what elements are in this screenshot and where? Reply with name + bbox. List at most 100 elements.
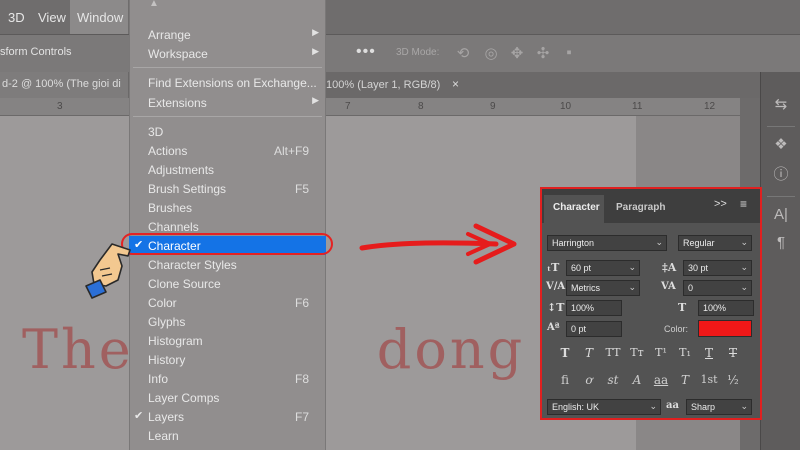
info-icon[interactable]: ⓘ [769,164,793,186]
tracking-select[interactable]: 0 ⌄ [683,280,752,296]
panel-menu-icon[interactable]: ≡ [740,197,747,211]
chevron-down-icon: ⌄ [649,401,657,411]
menu-item-layers[interactable]: ✔ Layers F7 [129,407,326,426]
horizontal-scale-icon: T [678,301,687,314]
menu-item-label: Brushes [148,201,193,215]
menu-item-clone-source[interactable]: Clone Source [129,274,326,293]
menu-view[interactable]: View [38,10,66,25]
ordinals-button[interactable]: 1st [698,373,720,389]
window-menu-items: Arrange ▶ Workspace ▶ Find Extensions on E… [129,0,326,450]
kerning-select[interactable]: Metrics ⌄ [566,280,640,296]
menu-item-glyphs[interactable]: Glyphs [129,312,326,331]
font-family-select[interactable]: Harrington ⌄ [547,235,667,251]
dock-divider [767,196,795,197]
horizontal-ruler: 3 7 8 9 10 11 12 [0,98,760,116]
menu-item-label: Histogram [148,334,203,348]
paragraph-panel-icon[interactable]: ¶ [769,232,793,254]
3d-slide-icon[interactable]: ✣ [534,44,552,62]
character-panel-icon[interactable]: A| [769,204,793,226]
baseline-shift-field[interactable]: 0 pt [566,321,622,337]
superscript-button[interactable]: T¹ [652,346,670,362]
ligatures-button[interactable]: fi [556,373,574,389]
libraries-icon[interactable]: ❖ [769,134,793,156]
menu-3d[interactable]: 3D [8,10,25,25]
menu-item-color[interactable]: Color F6 [129,293,326,312]
menu-item-label: Color [148,296,177,310]
tab-paragraph[interactable]: Paragraph [616,202,665,213]
font-style-select[interactable]: Regular ⌄ [678,235,752,251]
discretionary-ligatures-button[interactable]: st [604,373,622,389]
faux-bold-button[interactable]: T [556,346,574,362]
faux-italic-button[interactable]: T [580,346,598,362]
titling-alternates-button[interactable]: T [676,373,694,389]
font-size-select[interactable]: 60 pt ⌄ [566,260,640,276]
menu-item-adjustments[interactable]: Adjustments [129,160,326,179]
fractions-button[interactable]: ½ [724,373,742,389]
menu-item-label: Actions [148,144,188,158]
3d-roll-icon[interactable]: ◎ [482,44,500,62]
menu-item-label: Brush Settings [148,182,227,196]
menu-window[interactable]: Window [77,10,123,25]
menu-shortcut: F5 [294,182,309,196]
submenu-arrow-icon: ▶ [312,46,319,56]
menu-item-arrange[interactable]: Arrange ▶ [129,25,326,44]
menu-item-actions[interactable]: Actions Alt+F9 [129,141,326,160]
ruler-tick: 8 [418,101,424,112]
menu-item-extensions[interactable]: Extensions ▶ [129,93,326,112]
menu-window-highlight[interactable]: Window [70,0,128,34]
swash-button[interactable]: A [628,373,646,389]
transform-controls-label[interactable]: sform Controls [0,46,72,58]
font-size-value: 60 pt [571,263,592,273]
small-caps-button[interactable]: Tт [628,346,646,362]
close-tab-icon[interactable]: × [452,77,459,91]
font-style-value: Regular [683,238,715,248]
underline-button[interactable]: T [700,346,718,362]
vertical-scale-field[interactable]: 100% [566,300,622,316]
menu-item-brushes[interactable]: Brushes [129,198,326,217]
document-tab-2[interactable]: 100% (Layer 1, RGB/8) [326,79,440,91]
menu-item-history[interactable]: History [129,350,326,369]
3d-pan-icon[interactable]: ✥ [508,44,526,62]
kerning-value: Metrics [571,283,600,293]
3d-mode-label: 3D Mode: [396,47,440,58]
language-select[interactable]: English: UK ⌄ [547,399,661,415]
menu-item-layer-comps[interactable]: Layer Comps [129,388,326,407]
tracking-icon: VA [661,281,676,292]
menu-item-histogram[interactable]: Histogram [129,331,326,350]
antialias-value: Sharp [691,402,716,412]
strikethrough-button[interactable]: T [724,346,742,362]
document-text-right: dong [376,318,526,381]
chevron-down-icon: ⌄ [628,262,636,272]
collapse-panel-icon[interactable]: >> [714,198,727,210]
menu-item-find-extensions[interactable]: Find Extensions on Exchange... [129,73,326,92]
chevron-down-icon: ⌄ [740,282,748,292]
document-tab-1[interactable]: d-2 @ 100% (The gioi di [0,72,128,98]
antialias-select[interactable]: Sharp ⌄ [686,399,752,415]
ruler-tick: 9 [490,101,496,112]
document-tab-bar: d-2 @ 100% (The gioi di 100% (Layer 1, R… [0,72,760,98]
tab-character[interactable]: Character [544,195,604,223]
font-size-icon: ₜT [547,261,560,274]
menu-item-info[interactable]: Info F8 [129,369,326,388]
leading-select[interactable]: 30 pt ⌄ [683,260,752,276]
menu-item-brush-settings[interactable]: Brush Settings F5 [129,179,326,198]
old-style-button[interactable]: ơ [580,373,598,389]
ruler-tick: 12 [704,101,716,112]
menu-item-3d[interactable]: 3D [129,122,326,141]
more-options-icon[interactable]: ••• [356,43,376,61]
submenu-arrow-icon: ▶ [312,27,319,37]
all-caps-button[interactable]: TT [604,346,622,362]
stylistic-alternates-button[interactable]: aa [652,373,670,389]
3d-scale-icon[interactable]: ▪ [560,44,578,62]
tracking-value: 0 [688,283,694,293]
subscript-button[interactable]: T₁ [676,346,694,362]
horizontal-scale-field[interactable]: 100% [698,300,754,316]
properties-icon[interactable]: ⇆ [769,94,793,116]
color-swatch[interactable] [698,320,752,337]
3d-rotate-icon[interactable]: ⟲ [454,44,472,62]
menu-item-workspace[interactable]: Workspace ▶ [129,44,326,63]
menu-item-character-styles[interactable]: Character Styles [129,255,326,274]
menu-item-learn[interactable]: Learn [129,426,326,445]
ruler-tick: 11 [632,101,643,112]
menu-item-label: Layer Comps [148,391,220,405]
